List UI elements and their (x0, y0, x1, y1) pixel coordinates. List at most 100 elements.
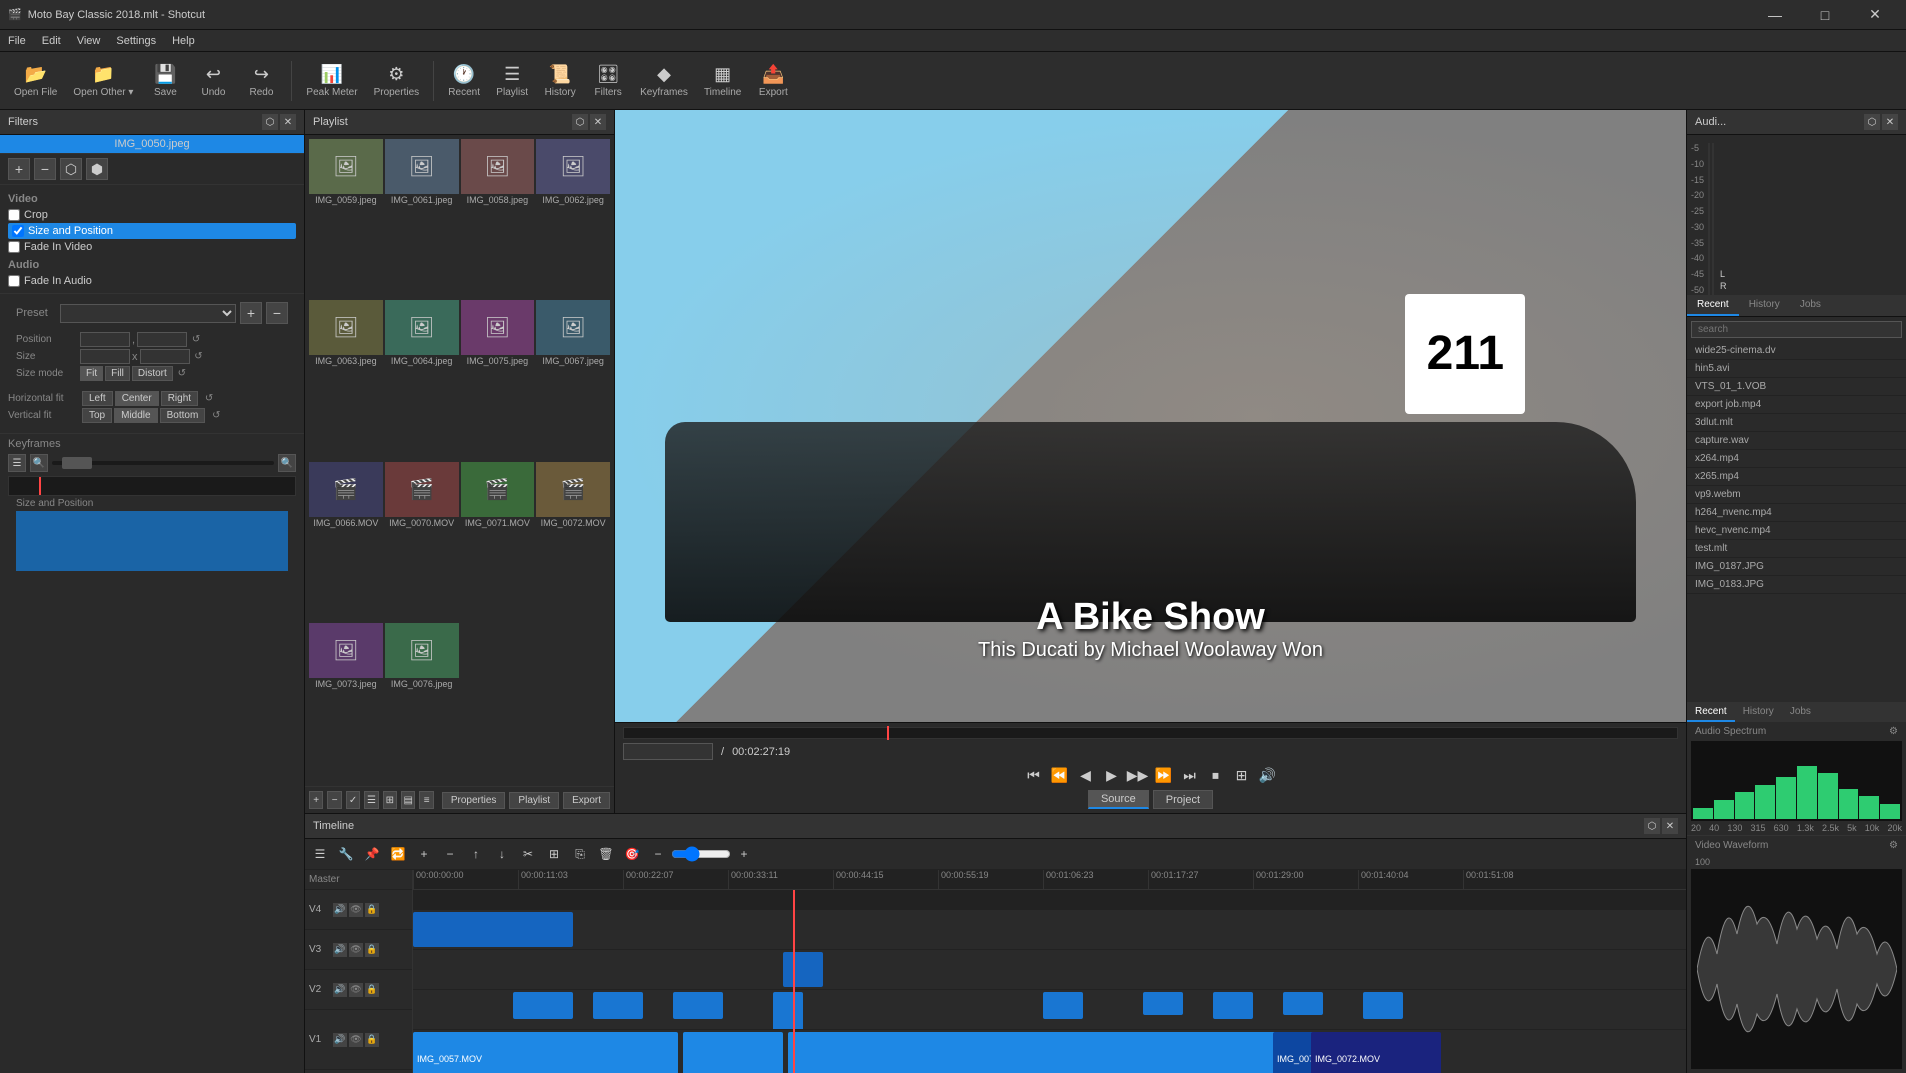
tl-group-btn[interactable]: ⊞ (543, 843, 565, 865)
v-fit-bottom[interactable]: Bottom (160, 408, 206, 423)
play-btn[interactable]: ▶ (1101, 764, 1123, 786)
pl-add-btn[interactable]: + (309, 791, 323, 809)
v2-clip-2[interactable] (593, 992, 643, 1019)
filter-fade-in-video[interactable]: Fade In Video (8, 239, 296, 255)
size-w-input[interactable]: 2013 (80, 349, 130, 364)
playlist-item-1[interactable]: 🖼 IMG_0061.jpeg (385, 139, 459, 298)
size-mode-fill[interactable]: Fill (105, 366, 130, 381)
pl-playlist-btn[interactable]: Playlist (509, 792, 559, 809)
right-panel-close-btn[interactable]: ✕ (1882, 114, 1898, 130)
tl-zoom-in-btn[interactable]: + (733, 843, 755, 865)
close-button[interactable]: ✕ (1852, 0, 1898, 30)
keyframes-button[interactable]: ◆ Keyframes (634, 56, 694, 106)
recent-search-input[interactable] (1691, 321, 1902, 338)
project-btn[interactable]: Project (1153, 790, 1213, 809)
prev-frame-btn[interactable]: ⏪ (1049, 764, 1071, 786)
v2-clip-4[interactable] (773, 992, 803, 1030)
menu-help[interactable]: Help (164, 30, 203, 52)
filter-crop[interactable]: Crop (8, 207, 296, 223)
menu-view[interactable]: View (69, 30, 109, 52)
pl-detail-btn[interactable]: ▤ (401, 791, 415, 809)
pl-list-btn[interactable]: ☰ (364, 791, 378, 809)
tl-zoom-slider[interactable] (671, 846, 731, 862)
playlist-item-0[interactable]: 🖼 IMG_0059.jpeg (309, 139, 383, 298)
menu-settings[interactable]: Settings (108, 30, 164, 52)
peak-meter-button[interactable]: 📊 Peak Meter (300, 56, 363, 106)
pl-more-btn[interactable]: ≡ (419, 791, 433, 809)
position-reset-btn[interactable]: ↺ (189, 333, 203, 347)
v1-lock-btn[interactable]: 🔒 (365, 1033, 379, 1047)
filter-size-position[interactable]: Size and Position (8, 223, 296, 239)
size-reset-btn[interactable]: ↺ (192, 350, 206, 364)
timeline-close-btn[interactable]: ✕ (1662, 818, 1678, 834)
tl-lift-btn[interactable]: ↑ (465, 843, 487, 865)
toggle-btn[interactable]: ⊞ (1231, 764, 1253, 786)
recent-item-1[interactable]: hin5.avi (1687, 360, 1906, 378)
timeline-button[interactable]: ▦ Timeline (698, 56, 747, 106)
tl-overwrite-btn[interactable]: ↓ (491, 843, 513, 865)
v3-eye-btn[interactable]: 👁 (349, 943, 363, 957)
next-frame-btn[interactable]: ⏩ (1153, 764, 1175, 786)
v2-audio-btn[interactable]: 🔊 (333, 983, 347, 997)
timecode-current-input[interactable]: 00:00:41:11 (623, 743, 713, 760)
playlist-item-7[interactable]: 🖼 IMG_0067.jpeg (536, 300, 610, 459)
playlist-close-btn[interactable]: ✕ (590, 114, 606, 130)
jobs-tab[interactable]: Jobs (1790, 295, 1831, 316)
waveform-settings-btn[interactable]: ⚙ (1889, 840, 1898, 851)
playlist-item-4[interactable]: 🖼 IMG_0063.jpeg (309, 300, 383, 459)
goto-end-btn[interactable]: ⏭ (1179, 764, 1201, 786)
right-panel-float-btn[interactable]: ⬡ (1864, 114, 1880, 130)
kf-menu-btn[interactable]: ☰ (8, 454, 26, 472)
playlist-button[interactable]: ☰ Playlist (490, 56, 534, 106)
redo-button[interactable]: ↪ Redo (239, 56, 283, 106)
pl-remove-btn[interactable]: − (327, 791, 341, 809)
v4-eye-btn[interactable]: 👁 (349, 903, 363, 917)
play-forward-btn[interactable]: ▶▶ (1127, 764, 1149, 786)
playlist-item-3[interactable]: 🖼 IMG_0062.jpeg (536, 139, 610, 298)
rb-jobs-tab[interactable]: Jobs (1782, 703, 1819, 722)
filter-fade-in-audio[interactable]: Fade In Audio (8, 273, 296, 289)
recent-item-8[interactable]: vp9.webm (1687, 486, 1906, 504)
playlist-item-8[interactable]: 🎬 IMG_0066.MOV (309, 462, 383, 621)
tl-ripple-delete-btn[interactable]: 🗑 (595, 843, 617, 865)
v3-lock-btn[interactable]: 🔒 (365, 943, 379, 957)
recent-button[interactable]: 🕐 Recent (442, 56, 486, 106)
recent-item-2[interactable]: VTS_01_1.VOB (1687, 378, 1906, 396)
copy-filter-btn[interactable]: ⬡ (60, 158, 82, 180)
v1-clip-1[interactable]: IMG_0057.MOV (413, 1032, 678, 1073)
timeline-float-btn[interactable]: ⬡ (1644, 818, 1660, 834)
pl-grid-btn[interactable]: ⊞ (383, 791, 397, 809)
recent-item-4[interactable]: 3dlut.mlt (1687, 414, 1906, 432)
playlist-item-2[interactable]: 🖼 IMG_0058.jpeg (461, 139, 535, 298)
h-fit-right[interactable]: Right (161, 391, 198, 406)
recent-item-11[interactable]: test.mlt (1687, 540, 1906, 558)
minimize-button[interactable]: — (1752, 0, 1798, 30)
v2-clip-3[interactable] (673, 992, 723, 1019)
playlist-item-9[interactable]: 🎬 IMG_0070.MOV (385, 462, 459, 621)
filter-fade-in-audio-check[interactable] (8, 275, 20, 287)
stop-btn[interactable]: ⏹ (1205, 764, 1227, 786)
playlist-float-btn[interactable]: ⬡ (572, 114, 588, 130)
history-button[interactable]: 📜 History (538, 56, 582, 106)
play-backward-btn[interactable]: ◀ (1075, 764, 1097, 786)
v4-audio-btn[interactable]: 🔊 (333, 903, 347, 917)
undo-button[interactable]: ↩ Undo (191, 56, 235, 106)
position-x-input[interactable]: -47 (80, 332, 130, 347)
source-btn[interactable]: Source (1088, 790, 1149, 809)
rb-recent-tab[interactable]: Recent (1687, 703, 1735, 722)
export-button[interactable]: 📤 Export (751, 56, 795, 106)
recent-item-6[interactable]: x264.mp4 (1687, 450, 1906, 468)
kf-zoom-handle[interactable] (62, 457, 92, 469)
v4-lock-btn[interactable]: 🔒 (365, 903, 379, 917)
size-h-input[interactable]: 1132 (140, 349, 190, 364)
v1-eye-btn[interactable]: 👁 (349, 1033, 363, 1047)
tl-loop-btn[interactable]: 🔁 (387, 843, 409, 865)
tl-scrub-btn[interactable]: 🎯 (621, 843, 643, 865)
spectrum-settings-btn[interactable]: ⚙ (1889, 726, 1898, 737)
playlist-item-13[interactable]: 🖼 IMG_0076.jpeg (385, 623, 459, 782)
tl-remove-track-btn[interactable]: − (439, 843, 461, 865)
tl-split-btn[interactable]: ✂ (517, 843, 539, 865)
kf-zoom-in-btn[interactable]: 🔍 (278, 454, 296, 472)
playlist-item-11[interactable]: 🎬 IMG_0072.MOV (536, 462, 610, 621)
recent-item-9[interactable]: h264_nvenc.mp4 (1687, 504, 1906, 522)
